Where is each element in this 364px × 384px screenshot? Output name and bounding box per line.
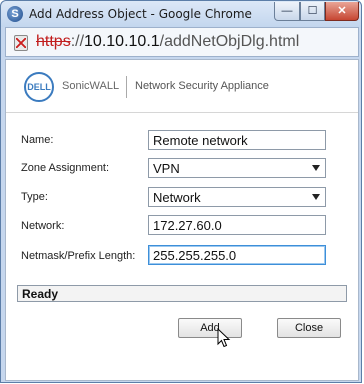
netmask-input[interactable]: 255.255.255.0 — [148, 245, 326, 265]
url-text[interactable]: https://10.10.10.1/addNetObjDlg.html — [36, 33, 299, 51]
dropdown-arrow-icon — [312, 194, 320, 200]
zone-select-value: VPN — [153, 161, 180, 176]
type-select[interactable]: Network — [148, 187, 326, 207]
status-text: Ready — [22, 287, 59, 301]
dialog-content: DELL SonicWALL Network Security Applianc… — [5, 59, 359, 381]
zone-label: Zone Assignment: — [21, 162, 110, 174]
type-label: Type: — [21, 191, 48, 203]
network-label: Network: — [21, 220, 65, 232]
window-title: Add Address Object - Google Chrome — [29, 7, 252, 21]
dropdown-arrow-icon — [312, 165, 320, 171]
netmask-label: Netmask/Prefix Length: — [21, 250, 136, 262]
url-scheme: https — [36, 33, 71, 50]
insecure-lock-icon[interactable] — [14, 35, 28, 51]
status-bar: Ready — [17, 285, 347, 302]
name-label: Name: — [21, 134, 54, 146]
url-host: 10.10.10.1 — [84, 33, 160, 50]
close-window-button[interactable]: ✕ — [325, 2, 359, 21]
name-input[interactable]: Remote network — [148, 130, 326, 150]
type-select-value: Network — [153, 190, 201, 205]
title-bar[interactable]: S Add Address Object - Google Chrome — ☐… — [1, 1, 361, 27]
network-input[interactable]: 172.27.60.0 — [148, 215, 326, 235]
url-path: /addNetObjDlg.html — [159, 33, 300, 50]
address-bar[interactable]: https://10.10.10.1/addNetObjDlg.html — [5, 27, 359, 57]
close-button[interactable]: Close — [277, 318, 341, 338]
browser-window: S Add Address Object - Google Chrome — ☐… — [0, 0, 362, 383]
brand-separator — [126, 76, 127, 98]
product-tagline: Network Security Appliance — [135, 80, 269, 92]
url-separator: :// — [70, 33, 85, 50]
dell-logo: DELL — [24, 72, 54, 102]
add-button[interactable]: Add — [178, 318, 242, 338]
product-name: SonicWALL — [62, 80, 120, 92]
header-divider — [6, 112, 358, 113]
sonicwall-app-icon: S — [7, 6, 23, 22]
maximize-button[interactable]: ☐ — [300, 2, 325, 21]
minimize-button[interactable]: — — [274, 2, 300, 21]
zone-select[interactable]: VPN — [148, 158, 326, 178]
